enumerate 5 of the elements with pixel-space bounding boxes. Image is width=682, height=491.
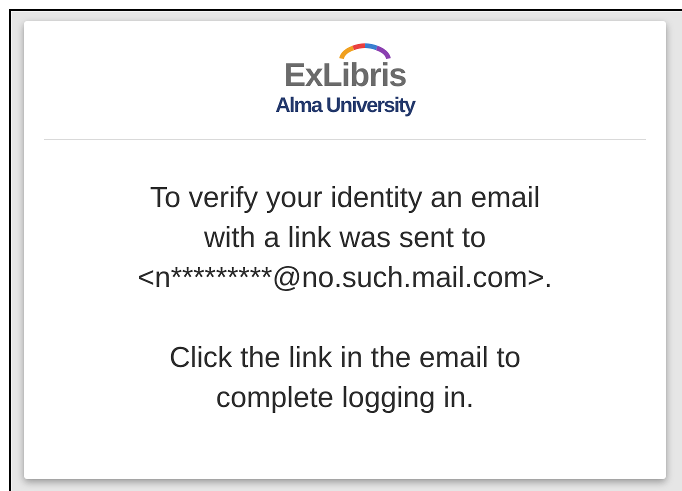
message-text: Click the link in the email to complete logging in. (169, 341, 521, 416)
message-text: To verify your identity an email with a link was sent to <n*********@no.such.mail.com>. (138, 181, 552, 296)
brand-logo-text: ExLibris (284, 62, 406, 88)
institution-name: Alma University (275, 95, 415, 117)
rainbow-arc-icon (338, 43, 392, 60)
